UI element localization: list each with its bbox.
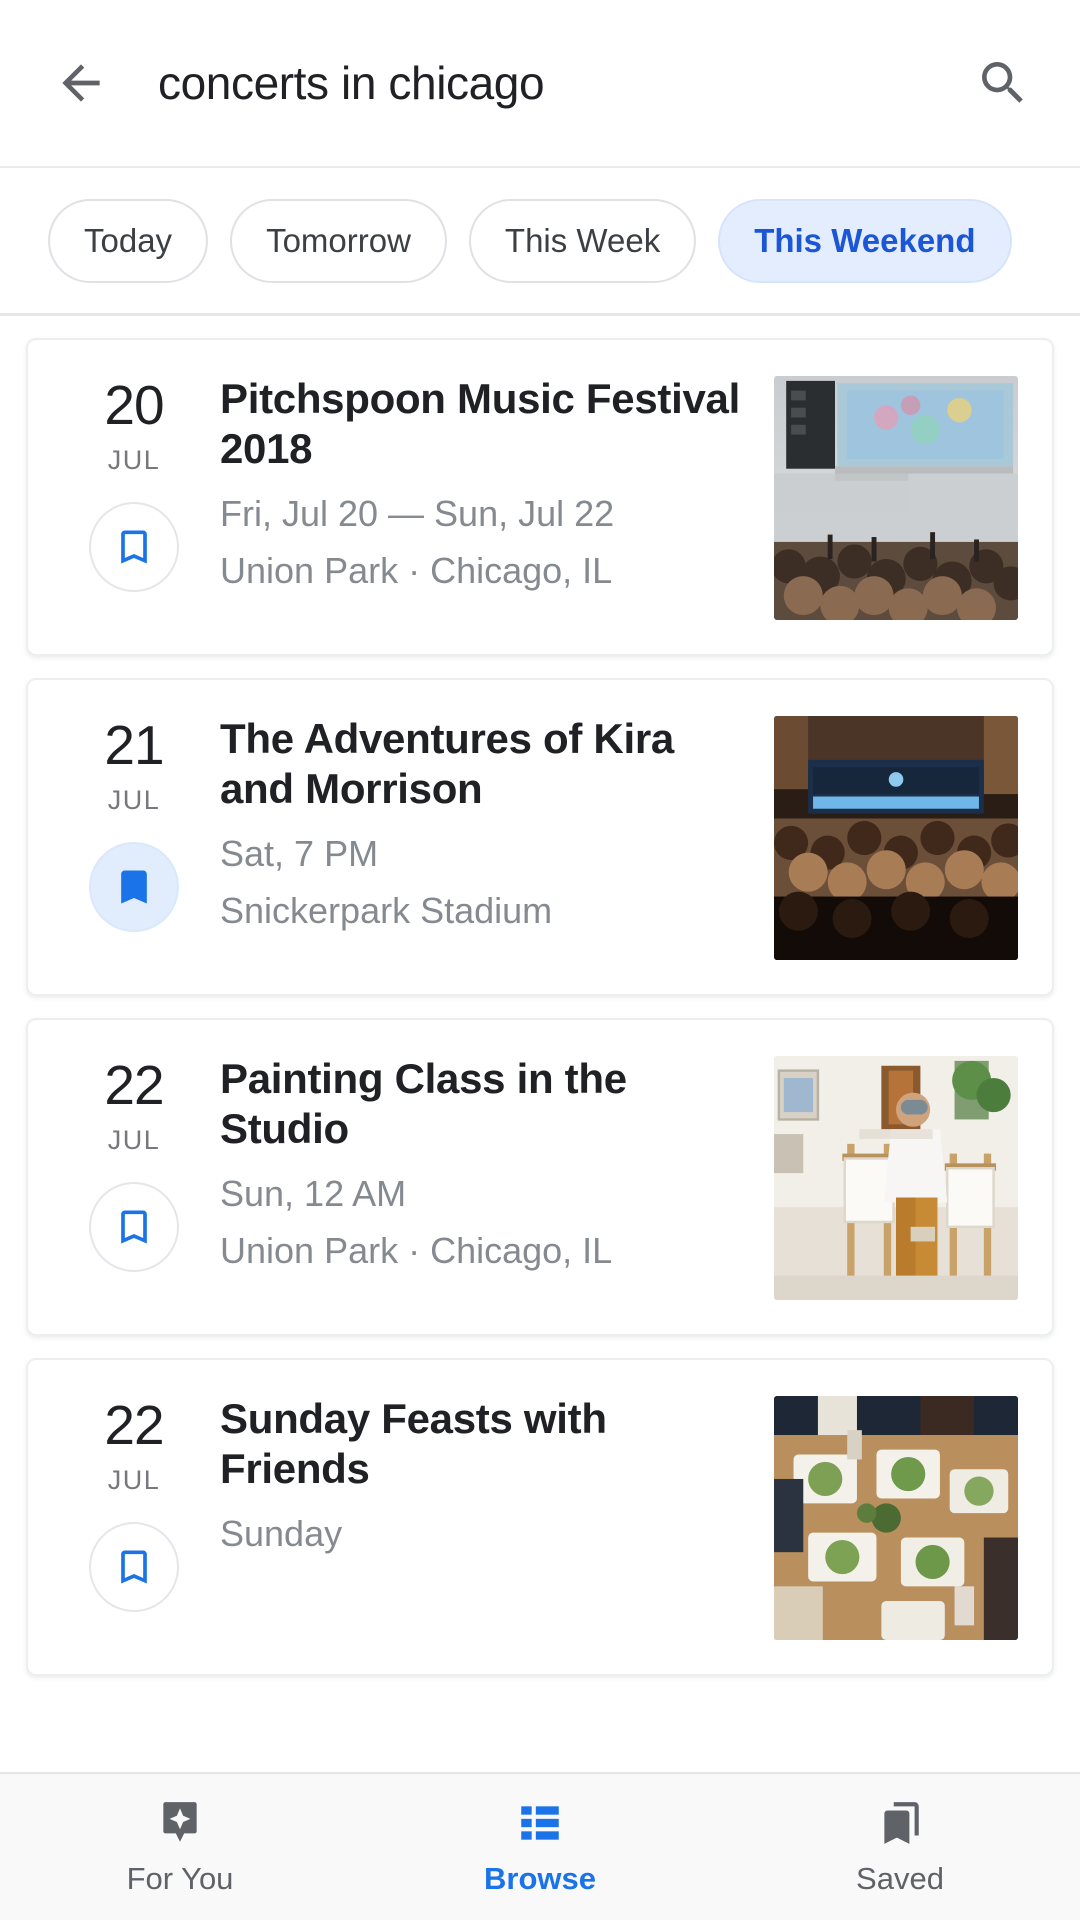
event-text-column: Painting Class in the Studio Sun, 12 AM …: [210, 1054, 774, 1273]
event-datetime: Sun, 12 AM: [220, 1173, 407, 1215]
arrow-left-icon: [62, 64, 100, 102]
nav-item-saved[interactable]: Saved: [720, 1797, 1080, 1897]
event-results-list[interactable]: 20 JUL Pitchspoon Music Festival 2018 Fr…: [0, 316, 1080, 1920]
bottom-navigation: For You Browse Saved: [0, 1772, 1080, 1920]
event-card[interactable]: 21 JUL The Adventures of Kira and Morris…: [26, 678, 1054, 996]
event-thumbnail: [774, 376, 1018, 620]
event-day: 22: [104, 1054, 164, 1116]
event-datetime: Sunday: [220, 1513, 343, 1555]
event-venue: Union Park · Chicago, IL: [220, 550, 613, 592]
event-date-column: 20 JUL: [58, 374, 210, 592]
back-button[interactable]: [50, 52, 112, 114]
event-date-column: 21 JUL: [58, 714, 210, 932]
concert-crowd-stage-photo: [774, 376, 1018, 620]
event-thumbnail: [774, 1396, 1018, 1640]
nav-label: Saved: [856, 1861, 944, 1896]
bookmark-button[interactable]: [89, 842, 179, 932]
event-title: Painting Class in the Studio: [220, 1055, 627, 1152]
event-card[interactable]: 22 JUL Sunday Feasts with Friends Sunday: [26, 1358, 1054, 1676]
filter-chip-today[interactable]: Today: [48, 198, 209, 283]
event-date-column: 22 JUL: [58, 1054, 210, 1272]
date-filter-chips: Today Tomorrow This Week This Weekend: [0, 168, 1080, 316]
event-thumbnail: [774, 716, 1018, 960]
filter-chip-this-weekend[interactable]: This Weekend: [718, 198, 1012, 283]
event-venue: Snickerpark Stadium: [220, 890, 553, 932]
indoor-venue-audience-photo: [774, 716, 1018, 960]
event-title: Pitchspoon Music Festival 2018: [220, 375, 740, 472]
event-title: The Adventures of Kira and Morrison: [220, 715, 674, 812]
app-screen: concerts in chicago Today Tomorrow This …: [0, 0, 1080, 1920]
event-text-column: The Adventures of Kira and Morrison Sat,…: [210, 714, 774, 933]
event-day: 22: [104, 1394, 164, 1456]
event-month: JUL: [107, 785, 161, 815]
bookmark-button[interactable]: [89, 1522, 179, 1612]
event-month: JUL: [107, 1125, 161, 1155]
event-date-column: 22 JUL: [58, 1394, 210, 1612]
event-venue: Union Park · Chicago, IL: [220, 1230, 613, 1272]
filter-chip-tomorrow[interactable]: Tomorrow: [230, 198, 447, 283]
bookmark-button[interactable]: [89, 502, 179, 592]
bookmarks-icon: [875, 1797, 925, 1849]
event-title: Sunday Feasts with Friends: [220, 1395, 607, 1492]
search-button[interactable]: [972, 52, 1034, 114]
event-datetime: Sat, 7 PM: [220, 833, 379, 875]
event-text-column: Pitchspoon Music Festival 2018 Fri, Jul …: [210, 374, 774, 593]
event-card[interactable]: 22 JUL Painting Class in the Studio Sun,…: [26, 1018, 1054, 1336]
dinner-table-food-photo: [774, 1396, 1018, 1640]
list-icon: [515, 1797, 565, 1849]
search-input[interactable]: concerts in chicago: [158, 56, 972, 110]
bookmark-outline-icon: [121, 1550, 147, 1584]
nav-item-for-you[interactable]: For You: [0, 1797, 360, 1897]
nav-label: Browse: [484, 1861, 596, 1896]
event-day: 20: [104, 374, 164, 436]
filter-chip-this-week[interactable]: This Week: [468, 198, 697, 283]
search-bar: concerts in chicago: [0, 0, 1080, 168]
bookmark-filled-icon: [121, 870, 147, 904]
search-icon: [982, 62, 1023, 103]
bookmark-outline-icon: [121, 530, 147, 564]
bookmark-outline-icon: [121, 1210, 147, 1244]
event-month: JUL: [107, 445, 161, 475]
event-datetime: Fri, Jul 20 — Sun, Jul 22: [220, 493, 615, 535]
event-thumbnail: [774, 1056, 1018, 1300]
nav-label: For You: [126, 1861, 234, 1896]
event-text-column: Sunday Feasts with Friends Sunday: [210, 1394, 774, 1568]
sparkle-bubble-icon: [155, 1797, 205, 1849]
painting-studio-easel-photo: [774, 1056, 1018, 1300]
nav-item-browse[interactable]: Browse: [360, 1797, 720, 1897]
event-month: JUL: [107, 1465, 161, 1495]
bookmark-button[interactable]: [89, 1182, 179, 1272]
event-card[interactable]: 20 JUL Pitchspoon Music Festival 2018 Fr…: [26, 338, 1054, 656]
event-day: 21: [104, 714, 164, 776]
